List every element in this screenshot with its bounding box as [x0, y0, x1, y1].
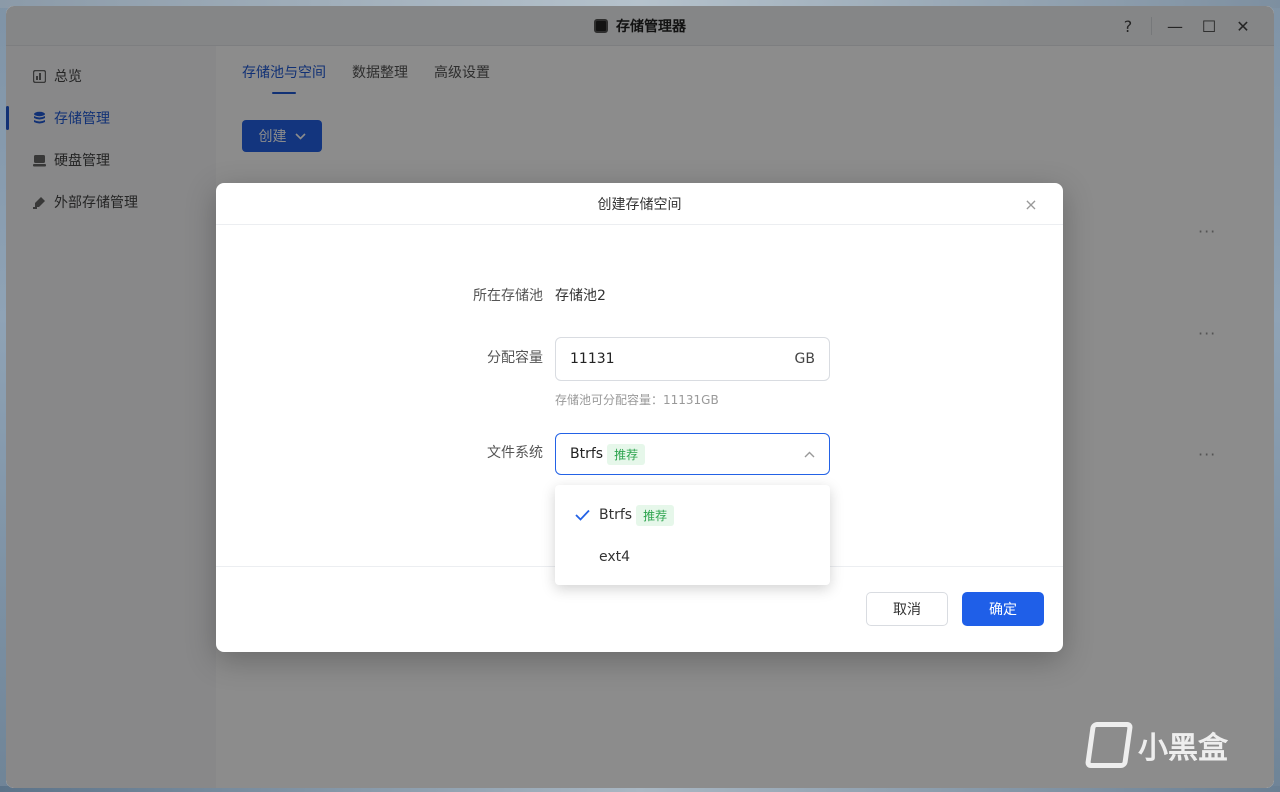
chevron-up-icon — [804, 447, 815, 461]
create-volume-dialog: 创建存储空间 × 所在存储池 存储池2 分配容量 11131 GB 存储池可分配… — [216, 183, 1063, 652]
dropdown-option-btrfs[interactable]: Btrfs 推荐 — [555, 495, 830, 535]
capacity-input[interactable]: 11131 GB — [555, 337, 830, 381]
filesystem-selected-value: Btrfs — [570, 446, 604, 462]
filesystem-select[interactable]: Btrfs 推荐 — [555, 433, 830, 475]
watermark-text: 小黑盒 — [1138, 731, 1228, 766]
dialog-title: 创建存储空间 — [597, 196, 682, 213]
recommended-badge: 推荐 — [607, 443, 646, 465]
capacity-hint: 存储池可分配容量：11131GB — [555, 393, 719, 407]
option-label: Btrfs — [599, 507, 633, 523]
filesystem-dropdown: Btrfs 推荐 ext4 — [555, 485, 830, 585]
pool-label: 所在存储池 — [473, 288, 543, 304]
watermark: 小黑盒 — [1084, 722, 1228, 768]
option-label: ext4 — [599, 549, 631, 565]
dropdown-option-ext4[interactable]: ext4 — [555, 537, 830, 577]
capacity-input-value: 11131 — [570, 351, 615, 367]
check-icon — [575, 506, 590, 525]
dialog-header: 创建存储空间 × — [216, 183, 1063, 225]
watermark-logo-icon — [1084, 722, 1134, 768]
capacity-unit: GB — [794, 351, 815, 367]
confirm-button[interactable]: 确定 — [962, 592, 1044, 626]
close-icon[interactable]: × — [1021, 194, 1041, 214]
cancel-button[interactable]: 取消 — [866, 592, 948, 626]
pool-value: 存储池2 — [555, 288, 606, 304]
recommended-badge: 推荐 — [636, 504, 675, 526]
capacity-label: 分配容量 — [487, 350, 543, 366]
filesystem-label: 文件系统 — [487, 445, 543, 461]
